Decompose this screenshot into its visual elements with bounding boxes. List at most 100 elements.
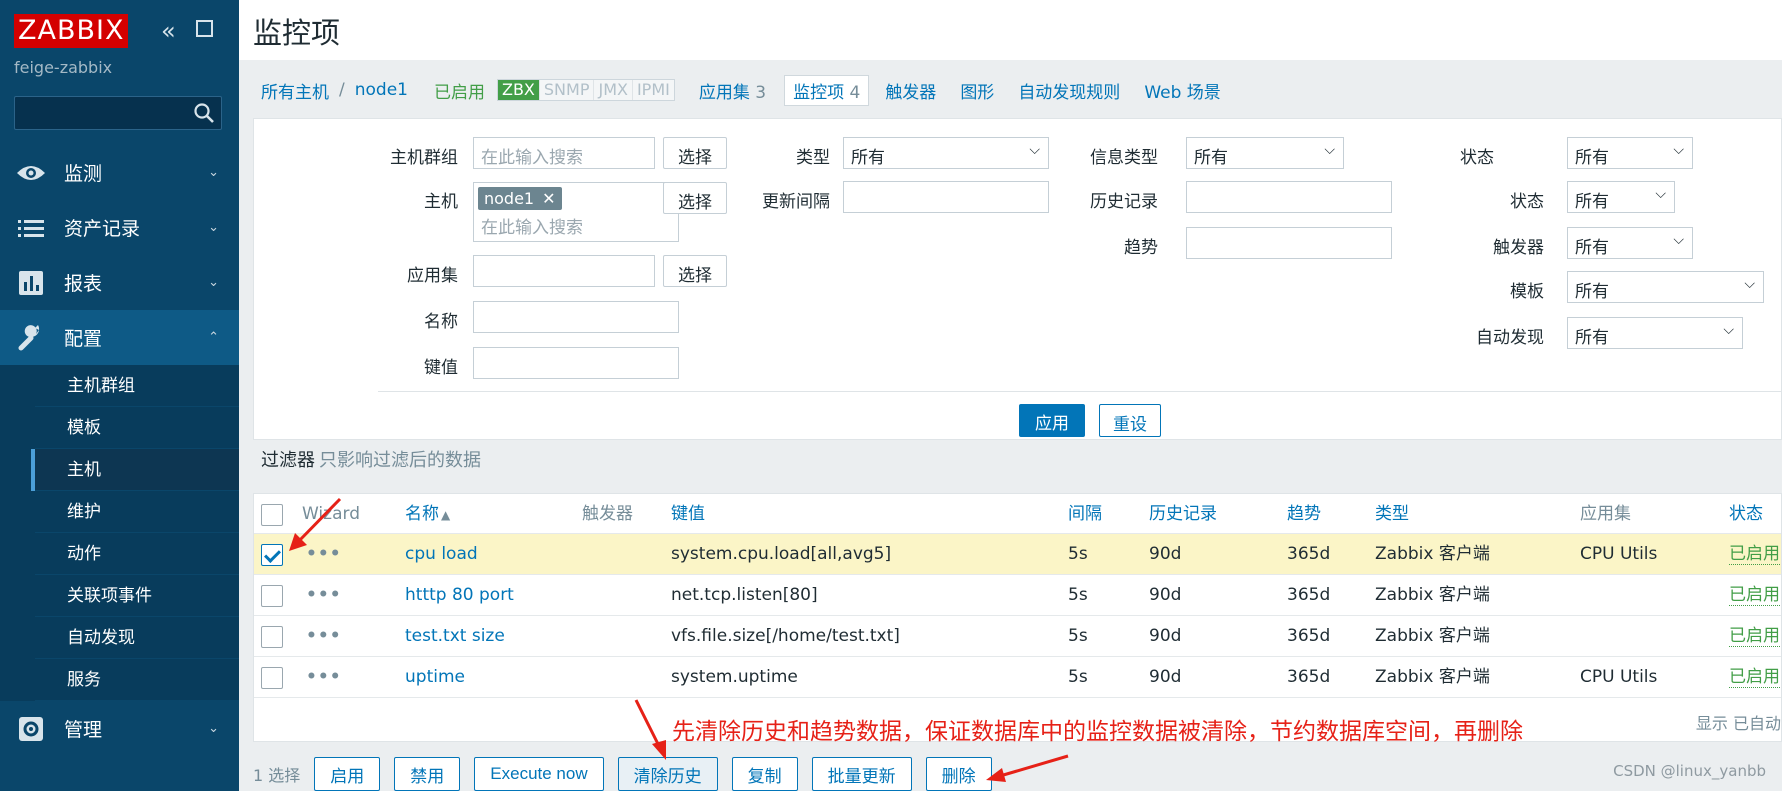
application-label: 应用集 [407, 266, 458, 286]
sidebar-item-host-groups[interactable]: 主机群组 [31, 365, 239, 407]
sidebar-search-input[interactable] [14, 96, 222, 130]
menu-item-administration[interactable]: 管理 ⌄ [0, 701, 239, 756]
info-type-select-value: 所有 [1194, 148, 1228, 168]
type-select[interactable]: 所有 ⌵ [843, 137, 1049, 169]
application-input[interactable] [473, 255, 655, 287]
item-name-link[interactable]: cpu load [405, 534, 478, 575]
item-status-label: 已启用 [1729, 667, 1780, 688]
menu-item-monitoring[interactable]: 监测 ⌄ [0, 145, 239, 200]
trends-input[interactable] [1186, 227, 1392, 259]
application-select-button[interactable]: 选择 [663, 255, 727, 287]
remove-tag-icon[interactable]: ✕ [542, 189, 555, 208]
item-status-label: 已启用 [1729, 626, 1780, 647]
breadcrumb-host[interactable]: node1 [355, 80, 408, 100]
select-all-checkbox[interactable] [261, 504, 283, 526]
filter-tab[interactable]: 过滤器 只影响过滤后的数据 [261, 446, 481, 472]
eye-icon [16, 160, 46, 186]
wizard-menu-icon[interactable]: ••• [306, 575, 342, 616]
item-name-link[interactable]: test.txt size [405, 616, 505, 657]
column-type[interactable]: 类型 [1375, 494, 1409, 535]
item-status-toggle[interactable]: 已启用 [1729, 534, 1780, 575]
mass-update-button[interactable]: 批量更新 [811, 757, 912, 791]
zabbix-logo[interactable]: ZABBIX [14, 14, 129, 48]
sidebar-item-hosts[interactable]: 主机 [31, 449, 239, 491]
name-input[interactable] [473, 301, 679, 333]
delete-button[interactable]: 删除 [925, 757, 992, 791]
item-name-link[interactable]: uptime [405, 657, 465, 698]
enable-button[interactable]: 启用 [314, 757, 381, 791]
tab-items[interactable]: 监控项 4 [784, 74, 870, 106]
chevron-up-icon: ⌃ [208, 330, 219, 345]
key-input[interactable] [473, 347, 679, 379]
apply-button[interactable]: 应用 [1019, 404, 1085, 437]
item-name-link[interactable]: htttp 80 port [405, 575, 514, 616]
sidebar-item-actions[interactable]: 动作 [31, 533, 239, 575]
wizard-menu-icon[interactable]: ••• [306, 616, 342, 657]
execute-now-button[interactable]: Execute now [474, 757, 604, 791]
status-select[interactable]: 所有 ⌵ [1567, 181, 1675, 213]
column-interval[interactable]: 间隔 [1068, 494, 1102, 535]
update-interval-input[interactable] [843, 181, 1049, 213]
column-key[interactable]: 键值 [671, 494, 705, 535]
host-group-select-button[interactable]: 选择 [663, 137, 727, 169]
menu-label: 配置 [64, 328, 103, 350]
filter-panel: 主机群组 在此输入搜索 选择 主机 node1 ✕ 在此输入搜索 选择 应用集 选… [253, 118, 1782, 440]
wizard-menu-icon[interactable]: ••• [306, 657, 342, 698]
main-content: 监控项 所有主机 / node1 已启用 ZBX SNMP JMX IPMI 应… [239, 0, 1782, 791]
menu-item-inventory[interactable]: 资产记录 ⌄ [0, 200, 239, 255]
breadcrumb-all-hosts[interactable]: 所有主机 [261, 78, 329, 103]
menu-item-configuration[interactable]: 配置 ⌃ [0, 310, 239, 365]
history-input[interactable] [1186, 181, 1392, 213]
sidebar-item-event-correlation[interactable]: 关联项事件 [31, 575, 239, 617]
info-type-select[interactable]: 所有 ⌵ [1186, 137, 1344, 169]
triggers-select[interactable]: 所有 ⌵ [1567, 227, 1693, 259]
row-checkbox[interactable] [261, 626, 283, 648]
item-interval: 5s [1068, 667, 1088, 687]
menu-item-reports[interactable]: 报表 ⌄ [0, 255, 239, 310]
clear-history-button[interactable]: 清除历史 [617, 757, 718, 791]
sidebar-item-templates[interactable]: 模板 [31, 407, 239, 449]
column-name[interactable]: 名称 ▲ [405, 494, 450, 535]
reset-button[interactable]: 重设 [1099, 404, 1161, 437]
tab-triggers[interactable]: 触发器 [885, 78, 936, 103]
collapse-sidebar-icon[interactable]: « [161, 17, 176, 45]
tab-web-scenarios[interactable]: Web 场景 [1144, 78, 1220, 103]
triggers-label: 触发器 [1493, 238, 1544, 258]
sidebar-item-discovery[interactable]: 自动发现 [31, 617, 239, 659]
chevron-down-icon: ⌵ [1655, 186, 1666, 202]
host-status[interactable]: 已启用 [434, 78, 485, 103]
column-history[interactable]: 历史记录 [1149, 494, 1217, 535]
item-status-toggle[interactable]: 已启用 [1729, 657, 1780, 698]
item-status-toggle[interactable]: 已启用 [1729, 575, 1780, 616]
kiosk-mode-icon[interactable] [196, 20, 213, 37]
discovery-select[interactable]: 所有 ⌵ [1567, 317, 1743, 349]
column-trends[interactable]: 趋势 [1287, 494, 1321, 535]
chevron-down-icon: ⌵ [1673, 232, 1684, 248]
host-select-button[interactable]: 选择 [663, 182, 727, 214]
item-type: Zabbix 客户端 [1375, 585, 1490, 605]
wrench-icon [16, 324, 46, 351]
template-label: 模板 [1510, 282, 1544, 302]
disable-button[interactable]: 禁用 [394, 757, 461, 791]
tab-applications[interactable]: 应用集 3 [699, 78, 766, 103]
row-checkbox[interactable] [261, 544, 283, 566]
sidebar-item-maintenance[interactable]: 维护 [31, 491, 239, 533]
sidebar-item-services[interactable]: 服务 [31, 659, 239, 701]
tab-discovery-rules[interactable]: 自动发现规则 [1018, 78, 1120, 103]
item-status-toggle[interactable]: 已启用 [1729, 616, 1780, 657]
host-multiselect[interactable]: node1 ✕ 在此输入搜索 [473, 182, 679, 242]
copy-button[interactable]: 复制 [731, 757, 798, 791]
state-select[interactable]: 所有 ⌵ [1567, 137, 1693, 169]
tab-graphs[interactable]: 图形 [960, 78, 994, 103]
menu-label: 管理 [64, 719, 103, 741]
host-group-input[interactable]: 在此输入搜索 [473, 137, 655, 169]
column-status[interactable]: 状态 [1729, 494, 1763, 535]
sidebar: ZABBIX « feige-zabbix 监测 ⌄ 资产记录 ⌄ 报表 ⌄ 配… [0, 0, 239, 791]
tab-label: 应用集 [698, 82, 750, 103]
row-checkbox[interactable] [261, 667, 283, 689]
row-checkbox[interactable] [261, 585, 283, 607]
host-label: 主机 [424, 192, 458, 212]
search-icon[interactable] [193, 102, 215, 124]
chevron-down-icon: ⌄ [208, 721, 219, 736]
template-select[interactable]: 所有 ⌵ [1567, 271, 1764, 303]
